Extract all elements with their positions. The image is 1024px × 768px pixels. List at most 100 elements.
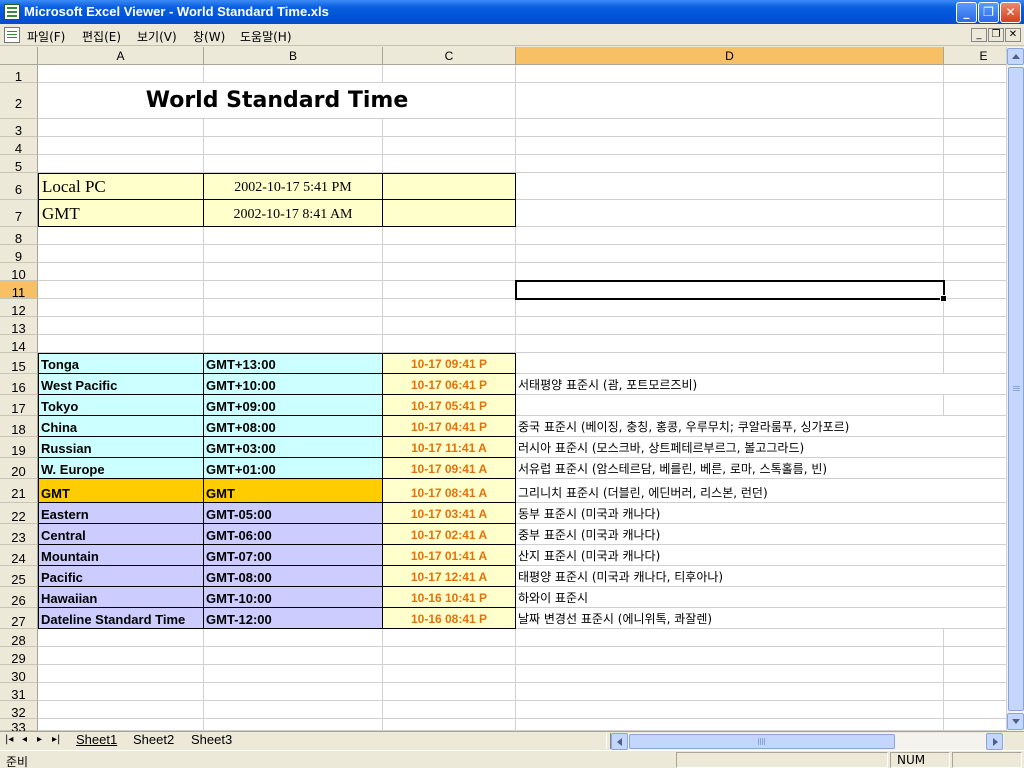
grid-cell[interactable] xyxy=(38,65,204,83)
grid-cell[interactable] xyxy=(944,245,1006,263)
grid-cell[interactable] xyxy=(516,137,944,155)
zone-local-time[interactable]: 10-17 03:41 A xyxy=(383,503,516,524)
zone-description[interactable]: 서태평양 표준시 (괌, 포트모르즈비) xyxy=(516,374,996,395)
zone-name[interactable]: West Pacific xyxy=(38,374,204,395)
grid-cell[interactable] xyxy=(383,719,516,731)
zone-offset[interactable]: GMT-08:00 xyxy=(204,566,383,587)
grid-cell[interactable] xyxy=(944,647,1006,665)
vertical-scroll-thumb[interactable] xyxy=(1008,67,1024,711)
zone-local-time[interactable]: 10-16 10:41 P xyxy=(383,587,516,608)
prev-sheet-button[interactable]: ◂ xyxy=(22,734,27,745)
zone-local-time[interactable]: 10-17 11:41 A xyxy=(383,437,516,458)
grid-cell[interactable] xyxy=(38,155,204,173)
row-header-27[interactable]: 27 xyxy=(0,608,38,629)
row-header-29[interactable]: 29 xyxy=(0,647,38,666)
grid-cell[interactable] xyxy=(944,395,1006,416)
grid-cell[interactable] xyxy=(944,683,1006,701)
grid-cell[interactable] xyxy=(383,281,516,299)
menu-view[interactable]: 보기(V) xyxy=(137,28,177,45)
gmt-datetime[interactable]: 2002-10-17 8:41 AM xyxy=(204,200,383,227)
close-button[interactable]: ✕ xyxy=(1000,2,1021,23)
grid-cell[interactable] xyxy=(204,245,383,263)
sheet-title[interactable]: World Standard Time xyxy=(38,83,516,119)
grid-cell[interactable] xyxy=(383,227,516,245)
zone-description[interactable]: 중부 표준시 (미국과 캐나다) xyxy=(516,524,996,545)
zone-name[interactable]: GMT xyxy=(38,479,204,503)
grid-cell[interactable] xyxy=(944,137,1006,155)
zone-description[interactable]: 서유럽 표준시 (암스테르담, 베를린, 베른, 로마, 스톡홀름, 빈) xyxy=(516,458,996,479)
grid-cell[interactable] xyxy=(204,299,383,317)
zone-local-time[interactable]: 10-17 09:41 P xyxy=(383,353,516,374)
zone-offset[interactable]: GMT+03:00 xyxy=(204,437,383,458)
grid-cell[interactable] xyxy=(383,245,516,263)
zone-local-time[interactable]: 10-17 12:41 A xyxy=(383,566,516,587)
grid-cell[interactable] xyxy=(944,299,1006,317)
zone-description[interactable]: 산지 표준시 (미국과 캐나다) xyxy=(516,545,996,566)
grid-cell[interactable] xyxy=(38,317,204,335)
grid-cell[interactable] xyxy=(516,665,944,683)
grid-cell[interactable] xyxy=(516,701,944,719)
restore-button[interactable]: ❐ xyxy=(978,2,999,23)
grid-cell[interactable] xyxy=(383,683,516,701)
scroll-left-icon[interactable] xyxy=(611,733,628,750)
grid-cell[interactable] xyxy=(516,263,944,281)
grid-cell[interactable] xyxy=(944,173,1006,200)
menu-file[interactable]: 파일(F) xyxy=(27,28,65,45)
grid-cell[interactable] xyxy=(204,719,383,731)
zone-name[interactable]: W. Europe xyxy=(38,458,204,479)
zone-local-time[interactable]: 10-17 02:41 A xyxy=(383,524,516,545)
zone-name[interactable]: Mountain xyxy=(38,545,204,566)
grid-cell[interactable] xyxy=(516,299,944,317)
grid-cell[interactable] xyxy=(944,353,1006,374)
menu-help[interactable]: 도움말(H) xyxy=(240,28,292,45)
zone-offset[interactable]: GMT+01:00 xyxy=(204,458,383,479)
grid-cell[interactable] xyxy=(516,629,944,647)
row-header-20[interactable]: 20 xyxy=(0,458,38,479)
zone-name[interactable]: Tonga xyxy=(38,353,204,374)
local-pc-extra[interactable] xyxy=(383,173,516,200)
zone-description[interactable]: 동부 표준시 (미국과 캐나다) xyxy=(516,503,996,524)
grid-cell[interactable] xyxy=(383,665,516,683)
local-pc-label[interactable]: Local PC xyxy=(38,173,204,200)
grid-cell[interactable] xyxy=(204,263,383,281)
excel-app-icon[interactable] xyxy=(4,4,20,20)
column-header-c[interactable]: C xyxy=(383,47,516,65)
grid-cell[interactable] xyxy=(204,119,383,137)
grid-cell[interactable] xyxy=(204,629,383,647)
zone-offset[interactable]: GMT+09:00 xyxy=(204,395,383,416)
zone-name[interactable]: Central xyxy=(38,524,204,545)
zone-local-time[interactable]: 10-17 06:41 P xyxy=(383,374,516,395)
row-header-1[interactable]: 1 xyxy=(0,65,38,84)
first-sheet-button[interactable]: |◂ xyxy=(5,734,13,745)
grid-cell[interactable] xyxy=(204,155,383,173)
grid-cell[interactable] xyxy=(204,701,383,719)
tab-sheet3[interactable]: Sheet3 xyxy=(191,732,232,749)
row-header-23[interactable]: 23 xyxy=(0,524,38,545)
grid-cell[interactable] xyxy=(944,155,1006,173)
row-header-31[interactable]: 31 xyxy=(0,683,38,702)
doc-restore-button[interactable]: ❐ xyxy=(988,28,1004,42)
grid-cell[interactable] xyxy=(38,119,204,137)
grid-cell[interactable] xyxy=(38,281,204,299)
zone-local-time[interactable]: 10-17 09:41 A xyxy=(383,458,516,479)
grid-cell[interactable] xyxy=(38,335,204,353)
workbook-icon[interactable] xyxy=(4,27,20,43)
grid-cell[interactable] xyxy=(383,647,516,665)
column-header-d[interactable]: D xyxy=(516,47,944,65)
zone-offset[interactable]: GMT-10:00 xyxy=(204,587,383,608)
menu-window[interactable]: 창(W) xyxy=(193,28,225,45)
grid-cell[interactable] xyxy=(944,665,1006,683)
grid-cell[interactable] xyxy=(38,227,204,245)
grid-cell[interactable] xyxy=(383,317,516,335)
horizontal-scrollbar[interactable] xyxy=(611,733,1004,750)
grid-cell[interactable] xyxy=(38,701,204,719)
zone-offset[interactable]: GMT-12:00 xyxy=(204,608,383,629)
horizontal-scroll-thumb[interactable] xyxy=(629,734,895,749)
menu-edit[interactable]: 편집(E) xyxy=(82,28,121,45)
doc-close-button[interactable]: ✕ xyxy=(1005,28,1021,42)
grid-cell[interactable] xyxy=(516,335,944,353)
grid-cell[interactable] xyxy=(516,155,944,173)
row-header-7[interactable]: 7 xyxy=(0,200,38,227)
row-header-16[interactable]: 16 xyxy=(0,374,38,395)
grid-cell[interactable] xyxy=(204,647,383,665)
